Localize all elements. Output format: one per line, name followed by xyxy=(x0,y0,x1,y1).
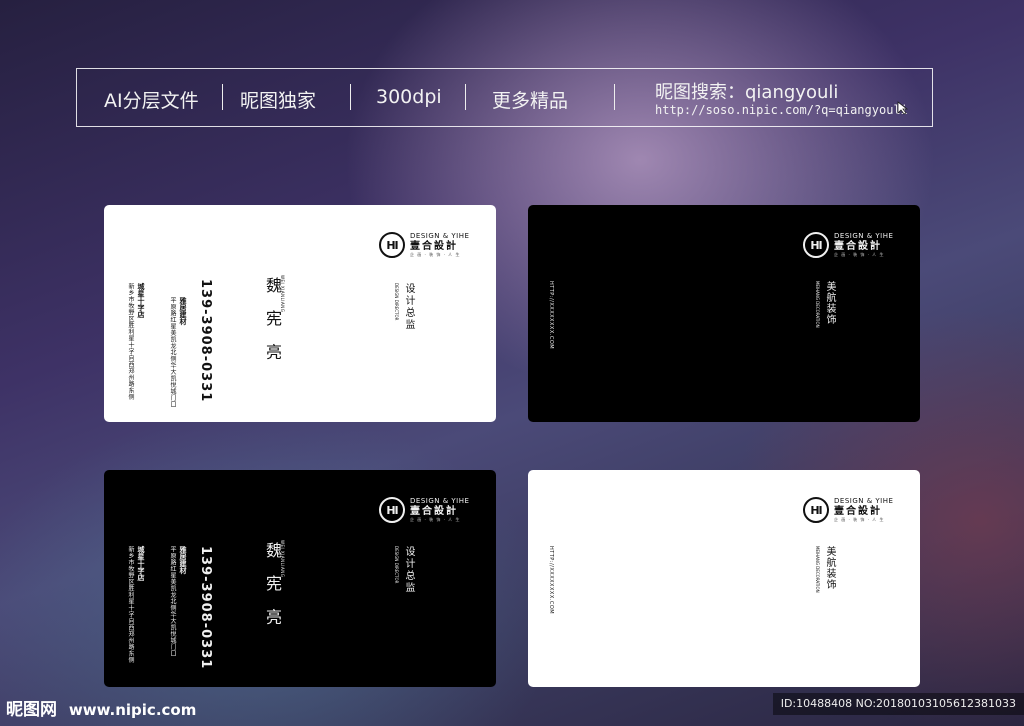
logo-sub-text: 企 画 · 装 饰 · 人 生 xyxy=(834,517,885,522)
business-card-back-black: HI DESIGN & YIHE 壹合設計 企 画 · 装 饰 · 人 生 美航… xyxy=(528,205,920,422)
business-card-front-white: HI DESIGN & YIHE 壹合設計 企 画 · 装 饰 · 人 生 设计… xyxy=(104,205,496,422)
logo-cn-text: 壹合設計 xyxy=(834,506,882,517)
store1-name: 雅居建材 xyxy=(179,546,187,574)
logo-sub-text: 企 画 · 装 饰 · 人 生 xyxy=(410,252,461,257)
logo-mark-icon: HI xyxy=(379,497,405,523)
banner-search-label: 昵图搜索：qiangyouli xyxy=(655,82,839,103)
nipic-brand-text: 昵图网 xyxy=(6,700,57,720)
phone-number: 139-3908-0331 xyxy=(198,279,213,403)
website-text: HTTP://XXXXXXXX.COM xyxy=(548,546,554,615)
logo-mark-icon: HI xyxy=(379,232,405,258)
logo-sub-text: 企 画 · 装 饰 · 人 生 xyxy=(834,252,885,257)
banner-item-exclusive: 昵图独家 xyxy=(240,90,317,112)
logo-sub-text: 企 画 · 装 饰 · 人 生 xyxy=(410,517,461,522)
image-id-label: ID:10488408 NO:20180103105612381033 xyxy=(772,693,1024,715)
person-name: 魏 宪 亮 xyxy=(263,277,282,366)
store1-address: 平原路红星美凯龙北侧华大凯悦城门口 xyxy=(169,546,176,657)
job-title-en: DESIGN DIRECTOR xyxy=(394,546,399,584)
logo-en-text: DESIGN & YIHE xyxy=(834,232,894,240)
job-title: 设计总监 xyxy=(403,283,414,331)
company-logo: HI DESIGN & YIHE 壹合設計 企 画 · 装 饰 · 人 生 xyxy=(379,232,469,258)
brand-name: 美航装饰 xyxy=(824,281,835,325)
company-logo: HI DESIGN & YIHE 壹合設計 企 画 · 装 饰 · 人 生 xyxy=(379,497,469,523)
store2-name: 城星十字店 xyxy=(137,283,145,318)
company-logo: HI DESIGN & YIHE 壹合設計 企 画 · 装 饰 · 人 生 xyxy=(803,497,893,523)
phone-number: 139-3908-0331 xyxy=(198,546,213,670)
store1-name: 雅居建材 xyxy=(179,297,187,325)
banner-divider xyxy=(350,84,351,110)
store2-name: 城星十字店 xyxy=(137,546,145,581)
logo-en-text: DESIGN & YIHE xyxy=(410,497,470,505)
brand-name-en: MEIHANG DECORATION xyxy=(815,546,820,593)
banner-divider xyxy=(222,84,223,110)
banner-item-dpi: 300dpi xyxy=(376,86,442,108)
business-card-back-white: HI DESIGN & YIHE 壹合設計 企 画 · 装 饰 · 人 生 美航… xyxy=(528,470,920,687)
banner-item-more: 更多精品 xyxy=(492,90,569,112)
store2-address: 新乡市牧野区胜利星十字向西郑州路东侧 xyxy=(127,283,134,400)
cursor-icon xyxy=(897,101,909,115)
logo-mark-icon: HI xyxy=(803,497,829,523)
banner-divider xyxy=(614,84,615,110)
logo-en-text: DESIGN & YIHE xyxy=(410,232,470,240)
info-banner: AI分层文件 昵图独家 300dpi 更多精品 昵图搜索：qiangyouli … xyxy=(76,68,933,127)
logo-cn-text: 壹合設計 xyxy=(410,506,458,517)
banner-item-ai-layers: AI分层文件 xyxy=(104,90,199,112)
nipic-site-text: www.nipic.com xyxy=(68,701,197,719)
company-logo: HI DESIGN & YIHE 壹合設計 企 画 · 装 饰 · 人 生 xyxy=(803,232,893,258)
store1-address: 平原路红星美凯龙北侧华大凯悦城门口 xyxy=(169,297,176,408)
brand-name-en: MEIHANG DECORATION xyxy=(815,281,820,328)
person-name: 魏 宪 亮 xyxy=(263,542,282,631)
logo-mark-icon: HI xyxy=(803,232,829,258)
store2-address: 新乡市牧野区胜利星十字向西郑州路东侧 xyxy=(127,546,134,663)
logo-cn-text: 壹合設計 xyxy=(834,241,882,252)
nipic-watermark-logo: 昵图网 www.nipic.com xyxy=(6,695,196,720)
job-title: 设计总监 xyxy=(403,546,414,594)
logo-en-text: DESIGN & YIHE xyxy=(834,497,894,505)
brand-name: 美航装饰 xyxy=(824,546,835,590)
website-text: HTTP://XXXXXXXX.COM xyxy=(548,281,554,350)
job-title-en: DESIGN DIRECTOR xyxy=(394,283,399,321)
banner-divider xyxy=(465,84,466,110)
logo-cn-text: 壹合設計 xyxy=(410,241,458,252)
banner-search-url[interactable]: http://soso.nipic.com/?q=qiangyouli xyxy=(655,103,908,117)
business-card-front-black: HI DESIGN & YIHE 壹合設計 企 画 · 装 饰 · 人 生 设计… xyxy=(104,470,496,687)
